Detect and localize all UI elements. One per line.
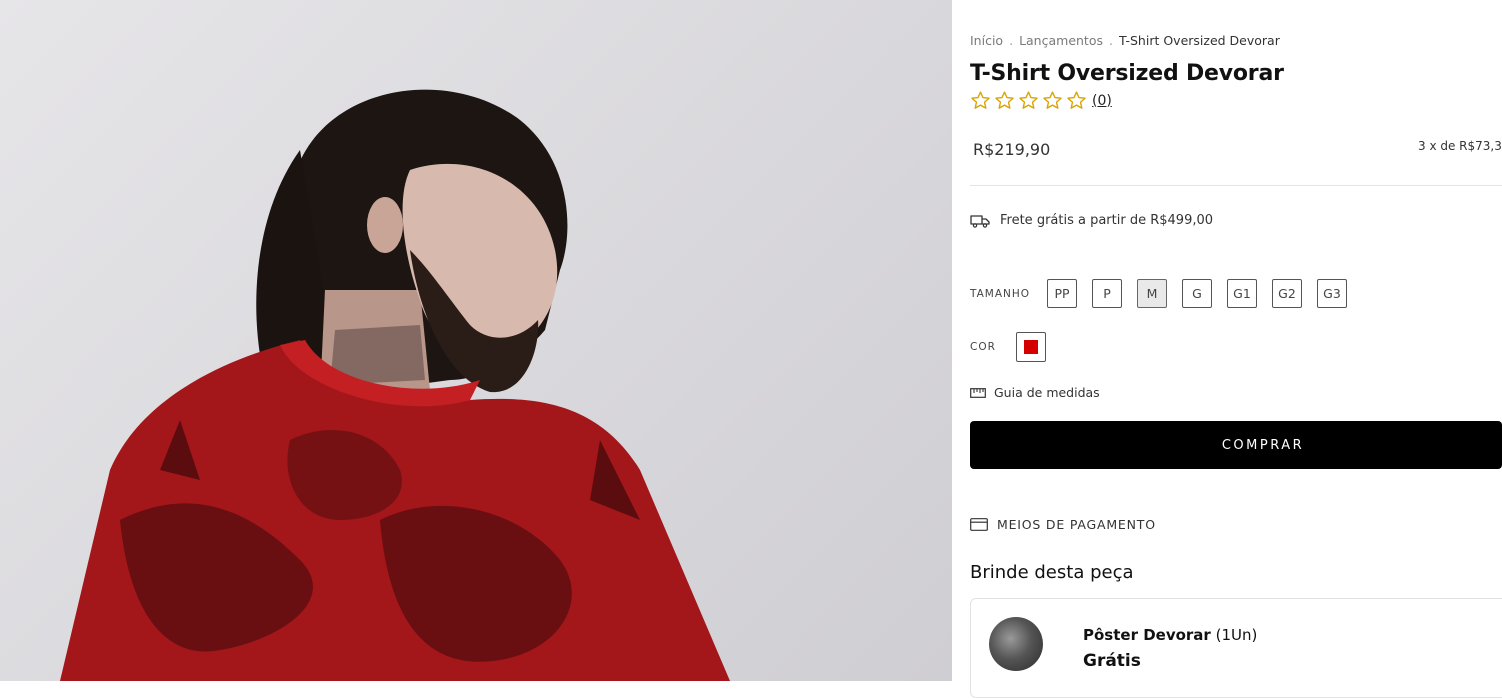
size-option-g[interactable]: G: [1182, 279, 1212, 308]
divider: [970, 185, 1502, 186]
breadcrumb-current: T-Shirt Oversized Devorar: [1118, 33, 1280, 48]
size-option-p[interactable]: P: [1092, 279, 1122, 308]
buy-button[interactable]: COMPRAR: [970, 421, 1502, 469]
shipping-info: Frete grátis a partir de R$499,00: [970, 213, 1213, 228]
size-label: TAMANHO: [970, 287, 1031, 300]
size-option-g1[interactable]: G1: [1227, 279, 1257, 308]
size-guide-link[interactable]: Guia de medidas: [970, 385, 1100, 400]
payment-methods-text: MEIOS DE PAGAMENTO: [997, 517, 1156, 532]
product-photo-illustration: [60, 89, 730, 681]
size-selector: TAMANHO PP P M G G1 G2 G3: [970, 279, 1362, 308]
gift-poster-image: [989, 617, 1043, 671]
color-chip: [1024, 340, 1038, 354]
product-image[interactable]: [0, 0, 952, 681]
ruler-icon: [970, 387, 986, 398]
size-option-g3[interactable]: G3: [1317, 279, 1347, 308]
gift-price: Grátis: [1083, 651, 1141, 671]
installments-info: 3 x de R$73,30: [1418, 139, 1502, 153]
review-count-link[interactable]: (0): [1092, 93, 1112, 109]
breadcrumb: Início. Lançamentos. T-Shirt Oversized Dev…: [970, 33, 1280, 48]
gift-quantity: (1Un): [1215, 626, 1258, 644]
breadcrumb-category[interactable]: Lançamentos: [1019, 33, 1103, 48]
size-option-m[interactable]: M: [1137, 279, 1167, 308]
breadcrumb-home[interactable]: Início: [970, 33, 1003, 48]
color-selector: COR: [970, 332, 1046, 362]
size-option-g2[interactable]: G2: [1272, 279, 1302, 308]
color-label: COR: [970, 341, 996, 353]
gift-name: Pôster Devorar (1Un): [1083, 626, 1257, 644]
star-empty-icon: [971, 91, 990, 109]
gift-heading: Brinde desta peça: [970, 562, 1134, 583]
gift-card: Pôster Devorar (1Un) Grátis: [970, 598, 1502, 698]
product-panel: Início. Lançamentos. T-Shirt Oversized Dev…: [970, 0, 1502, 698]
credit-card-icon: [970, 518, 988, 531]
shipping-text: Frete grátis a partir de R$499,00: [1000, 213, 1214, 228]
payment-methods-link[interactable]: MEIOS DE PAGAMENTO: [970, 517, 1156, 532]
breadcrumb-separator: .: [1109, 33, 1113, 48]
size-option-pp[interactable]: PP: [1047, 279, 1077, 308]
star-empty-icon: [995, 91, 1014, 109]
star-empty-icon: [1043, 91, 1062, 109]
product-rating[interactable]: (0): [970, 90, 1112, 111]
product-title: T-Shirt Oversized Devorar: [970, 61, 1284, 86]
star-empty-icon: [1019, 91, 1038, 109]
truck-icon: [970, 214, 990, 228]
star-empty-icon: [1067, 91, 1086, 109]
color-swatch-red[interactable]: [1016, 332, 1046, 362]
gift-title: Pôster Devorar: [1083, 626, 1211, 644]
size-guide-text: Guia de medidas: [994, 385, 1100, 400]
product-price: R$219,90: [973, 140, 1051, 159]
breadcrumb-separator: .: [1009, 33, 1014, 48]
